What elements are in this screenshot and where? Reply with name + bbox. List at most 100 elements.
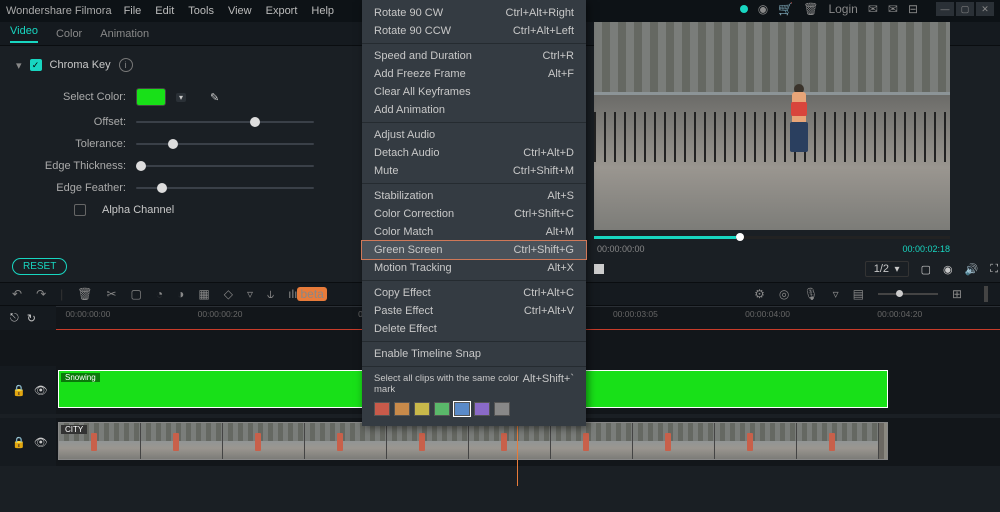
- info-icon[interactable]: i: [119, 58, 133, 72]
- color-mark-purple[interactable]: [474, 402, 490, 416]
- preview-viewport[interactable]: [594, 22, 950, 230]
- color-mark-yellow[interactable]: [414, 402, 430, 416]
- chroma-panel: ▾ ✓ Chroma Key i Select Color: ▾ ✎ Offse…: [0, 46, 360, 276]
- display-icon[interactable]: ▢: [921, 263, 931, 276]
- cart-icon[interactable]: 🛒: [778, 2, 793, 16]
- color-mark-red[interactable]: [374, 402, 390, 416]
- link-icon[interactable]: ⎋: [10, 312, 19, 325]
- color-dropdown-icon[interactable]: ▾: [176, 93, 186, 102]
- cm-adjust-audio: Adjust Audio: [362, 126, 586, 144]
- audio-icon[interactable]: ılıbeta: [288, 287, 327, 301]
- cm-add-animation[interactable]: Add Animation: [362, 101, 586, 119]
- color-mark-row: [362, 398, 586, 422]
- chroma-checkbox[interactable]: ✓: [30, 59, 42, 71]
- color-swatch[interactable]: [136, 88, 166, 106]
- edge-thickness-slider[interactable]: [136, 165, 314, 167]
- time-current: 00:00:00:00: [597, 244, 645, 254]
- cm-stabilization[interactable]: StabilizationAlt+S: [362, 187, 586, 205]
- cm-speed[interactable]: Speed and DurationCtrl+R: [362, 47, 586, 65]
- cm-clear-keyframes: Clear All Keyframes: [362, 83, 586, 101]
- menu-export[interactable]: Export: [266, 5, 298, 17]
- cm-color-match[interactable]: Color MatchAlt+M: [362, 223, 586, 241]
- cm-copy-effect[interactable]: Copy EffectCtrl+Alt+C: [362, 284, 586, 302]
- menu-help[interactable]: Help: [311, 5, 334, 17]
- minimize-button[interactable]: —: [936, 2, 954, 16]
- edge-feather-slider[interactable]: [136, 187, 314, 189]
- color-mark-orange[interactable]: [394, 402, 410, 416]
- record-icon[interactable]: ◎: [779, 287, 789, 301]
- undo-icon[interactable]: ↶: [12, 287, 22, 301]
- trash-icon[interactable]: 🗑: [803, 2, 818, 16]
- maximize-button[interactable]: ▢: [956, 2, 974, 16]
- tolerance-slider[interactable]: [136, 143, 314, 145]
- keyframe-icon[interactable]: ◇: [224, 287, 233, 301]
- eye-icon[interactable]: 👁: [34, 384, 48, 397]
- cm-select-color-mark[interactable]: Select all clips with the same color mar…: [362, 370, 586, 398]
- login-link[interactable]: Login: [828, 2, 857, 16]
- fullscreen-icon[interactable]: ⛶: [990, 263, 998, 276]
- mail-icon[interactable]: ✉: [888, 2, 898, 16]
- volume-icon[interactable]: 🔊: [965, 263, 979, 276]
- tab-color[interactable]: Color: [56, 28, 82, 40]
- detach-icon[interactable]: ⫝: [267, 287, 274, 302]
- cm-green-screen[interactable]: Green ScreenCtrl+Shift+G: [362, 241, 586, 259]
- preview-subject: [784, 82, 814, 162]
- cm-paste-effect: Paste EffectCtrl+Alt+V: [362, 302, 586, 320]
- snapshot-icon[interactable]: ◉: [943, 263, 953, 276]
- menu-tools[interactable]: Tools: [188, 5, 214, 17]
- tab-animation[interactable]: Animation: [100, 28, 149, 40]
- eye-icon[interactable]: 👁: [34, 436, 48, 449]
- color-mark-blue[interactable]: [454, 402, 470, 416]
- mic-icon[interactable]: 🎙: [803, 287, 818, 301]
- color-mark-gray[interactable]: [494, 402, 510, 416]
- tab-video[interactable]: Video: [10, 25, 38, 43]
- clip-label: Snowing: [61, 373, 100, 382]
- tolerance-label: Tolerance:: [16, 138, 126, 150]
- cm-timeline-snap[interactable]: Enable Timeline Snap: [362, 345, 586, 363]
- menu-edit[interactable]: Edit: [155, 5, 174, 17]
- clip-video[interactable]: CITY: [58, 422, 888, 460]
- sync-icon[interactable]: ↻: [27, 312, 36, 325]
- crop-icon[interactable]: ▢: [131, 287, 142, 301]
- close-button[interactable]: ✕: [976, 2, 994, 16]
- cut-icon[interactable]: ✂: [106, 287, 116, 301]
- alpha-label: Alpha Channel: [102, 204, 174, 216]
- cm-motion-tracking[interactable]: Motion TrackingAlt+X: [362, 259, 586, 277]
- bell-icon[interactable]: ⊟: [908, 2, 918, 16]
- person-icon[interactable]: ◉: [758, 2, 768, 16]
- menu-view[interactable]: View: [228, 5, 252, 17]
- color-icon[interactable]: ◑: [177, 287, 184, 301]
- scrollbar-icon[interactable]: [984, 286, 988, 302]
- zoom-slider[interactable]: [878, 293, 938, 295]
- zoom-select[interactable]: 1/2 ▾: [865, 261, 909, 277]
- preview-seekbar[interactable]: [594, 236, 950, 240]
- cm-color-correction[interactable]: Color CorrectionCtrl+Shift+C: [362, 205, 586, 223]
- menubar: File Edit Tools View Export Help: [124, 5, 334, 17]
- cm-delete-effect[interactable]: Delete Effect: [362, 320, 586, 338]
- mixer-icon[interactable]: ⚙: [754, 287, 765, 301]
- marker2-icon[interactable]: ▿: [833, 287, 839, 301]
- fit-icon[interactable]: ⊞: [952, 287, 962, 301]
- lock-icon[interactable]: 🔒: [12, 384, 26, 397]
- stop-button[interactable]: [594, 264, 604, 274]
- expand-icon[interactable]: ▾: [16, 59, 22, 72]
- redo-icon[interactable]: ↷: [36, 287, 46, 301]
- status-dot-icon[interactable]: [740, 5, 748, 13]
- cm-freeze[interactable]: Add Freeze FrameAlt+F: [362, 65, 586, 83]
- thumbs-icon[interactable]: ▤: [853, 287, 864, 301]
- speed-icon[interactable]: ◔: [156, 287, 163, 301]
- offset-slider[interactable]: [136, 121, 314, 123]
- menu-file[interactable]: File: [124, 5, 142, 17]
- message-icon[interactable]: ✉: [868, 2, 878, 16]
- trash-icon[interactable]: 🗑: [77, 287, 92, 301]
- marker-icon[interactable]: ▿: [247, 287, 253, 301]
- reset-button[interactable]: RESET: [12, 258, 67, 275]
- cm-rotate-cw[interactable]: Rotate 90 CWCtrl+Alt+Right: [362, 4, 586, 22]
- greenscreen-icon[interactable]: ▦: [198, 287, 209, 301]
- lock-icon[interactable]: 🔒: [12, 436, 26, 449]
- color-mark-green[interactable]: [434, 402, 450, 416]
- cm-rotate-ccw[interactable]: Rotate 90 CCWCtrl+Alt+Left: [362, 22, 586, 40]
- cm-mute: MuteCtrl+Shift+M: [362, 162, 586, 180]
- alpha-checkbox[interactable]: [74, 204, 86, 216]
- eyedropper-icon[interactable]: ✎: [210, 91, 219, 104]
